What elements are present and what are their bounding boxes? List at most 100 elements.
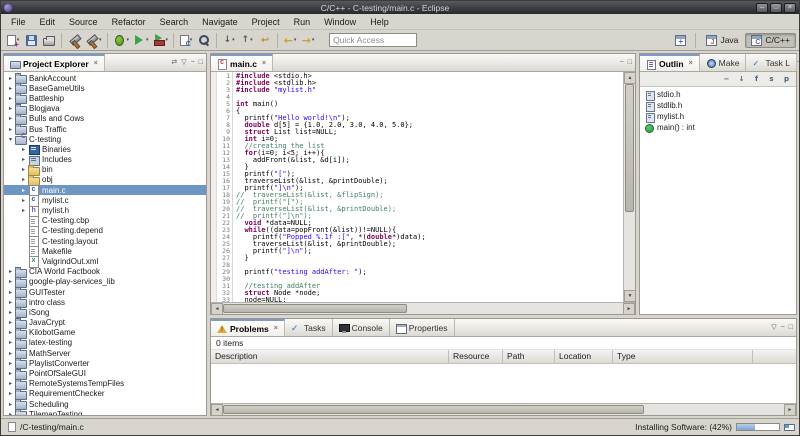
menu-edit[interactable]: Edit [33, 16, 63, 28]
tree-item[interactable]: ▸KilobotGame [4, 328, 206, 338]
perspective-c-c-button[interactable]: C/C++ [745, 33, 796, 48]
minimize-window-button[interactable]: – [756, 3, 768, 13]
menu-help[interactable]: Help [363, 16, 396, 28]
tab-console[interactable]: Console [333, 319, 390, 336]
hide-fields-icon[interactable]: f [750, 73, 763, 86]
tree-expand-arrow-icon[interactable]: ▸ [6, 329, 15, 336]
debug-button[interactable]: ▾ [111, 31, 132, 49]
scroll-left-icon[interactable]: ◄ [211, 303, 223, 315]
close-icon[interactable]: × [262, 60, 266, 67]
tree-item[interactable]: ▸google-play-services_lib [4, 277, 206, 287]
hide-non-public-members-icon[interactable]: p [780, 73, 793, 86]
view-menu-icon[interactable]: ▽ [181, 58, 186, 68]
column-header-resource[interactable]: Resource [449, 350, 503, 363]
build-all-button[interactable] [65, 31, 83, 49]
tree-item[interactable]: ▸Bulls and Cows [4, 114, 206, 124]
scroll-track[interactable] [223, 303, 623, 314]
tree-item[interactable]: ▸MathServer [4, 348, 206, 358]
tree-item[interactable]: ▸RemoteSystemsTempFiles [4, 379, 206, 389]
tree-item[interactable]: ▸BankAccount [4, 73, 206, 83]
close-icon[interactable]: × [274, 325, 278, 332]
collapse-all-icon[interactable]: − [720, 73, 733, 86]
tree-item[interactable]: ▾C-testing [4, 134, 206, 144]
close-window-button[interactable]: × [784, 3, 796, 13]
tree-item[interactable]: ▸GUITester [4, 287, 206, 297]
minimize-view-icon[interactable]: − [191, 58, 195, 68]
tree-expand-arrow-icon[interactable]: ▸ [6, 350, 15, 357]
tree-expand-arrow-icon[interactable]: ▸ [6, 370, 15, 377]
tree-expand-arrow-icon[interactable]: ▸ [19, 197, 28, 204]
tree-item[interactable]: ▸Battleship [4, 93, 206, 103]
tree-expand-arrow-icon[interactable]: ▸ [6, 299, 15, 306]
tree-item[interactable]: ▸mylist.h [4, 205, 206, 215]
forward-button[interactable]: ▾ [299, 31, 317, 49]
tree-expand-arrow-icon[interactable]: ▸ [6, 411, 15, 415]
tab-properties[interactable]: Properties [390, 319, 455, 336]
menu-refactor[interactable]: Refactor [105, 16, 153, 28]
scroll-left-icon[interactable]: ◄ [211, 404, 223, 416]
tree-expand-arrow-icon[interactable]: ▸ [6, 360, 15, 367]
new-button[interactable]: ▾ [4, 31, 22, 49]
menu-source[interactable]: Source [62, 16, 105, 28]
maximize-view-icon[interactable]: □ [199, 58, 203, 68]
external-tools-button[interactable]: ▾ [151, 31, 171, 49]
tree-expand-arrow-icon[interactable]: ▸ [6, 401, 15, 408]
maximize-view-icon[interactable]: □ [789, 323, 793, 333]
close-icon[interactable]: × [689, 60, 693, 67]
column-header-description[interactable]: Description [211, 350, 449, 363]
tree-expand-arrow-icon[interactable]: ▸ [6, 115, 15, 122]
problems-horizontal-scrollbar[interactable]: ◄ ► [211, 403, 796, 415]
scroll-up-icon[interactable]: ▲ [624, 72, 636, 84]
code-area[interactable]: #include <stdio.h>#include <stdlib.h>#in… [233, 72, 623, 302]
tree-item[interactable]: C-testing.depend [4, 226, 206, 236]
tree-expand-arrow-icon[interactable]: ▸ [6, 268, 15, 275]
scroll-thumb[interactable] [223, 304, 407, 313]
minimize-view-icon[interactable]: − [781, 323, 785, 333]
tree-expand-arrow-icon[interactable]: ▸ [19, 146, 28, 153]
scroll-track[interactable] [624, 84, 635, 290]
back-button[interactable]: ▾ [281, 31, 299, 49]
tree-item[interactable]: C-testing.layout [4, 236, 206, 246]
tree-item[interactable]: ▸bin [4, 165, 206, 175]
tree-expand-arrow-icon[interactable]: ▸ [6, 278, 15, 285]
tree-item[interactable]: ▸iSong [4, 307, 206, 317]
tab-task-l[interactable]: Task L [746, 54, 797, 71]
tree-item[interactable]: ▸Scheduling [4, 399, 206, 409]
tree-item[interactable]: ▸main.c [4, 185, 206, 195]
scroll-thumb[interactable] [625, 84, 634, 212]
link-with-editor-icon[interactable]: ⇄ [171, 58, 177, 68]
tree-item[interactable]: ValgrindOut.xml [4, 256, 206, 266]
column-header-path[interactable]: Path [503, 350, 555, 363]
tree-expand-arrow-icon[interactable]: ▸ [6, 85, 15, 92]
tree-item[interactable]: ▸JavaCrypt [4, 318, 206, 328]
menu-window[interactable]: Window [317, 16, 363, 28]
perspective-java-button[interactable]: Java [700, 33, 744, 48]
tree-expand-arrow-icon[interactable]: ▸ [6, 309, 15, 316]
tree-expand-arrow-icon[interactable]: ▸ [6, 339, 15, 346]
scroll-track[interactable] [223, 404, 784, 415]
last-edit-location-button[interactable] [256, 31, 274, 49]
tab-tasks[interactable]: Tasks [285, 319, 333, 336]
project-tree[interactable]: ▸BankAccount▸BaseGameUtils▸Battleship▸Bl… [4, 72, 206, 415]
print-button[interactable] [40, 31, 58, 49]
menu-run[interactable]: Run [287, 16, 318, 28]
menu-search[interactable]: Search [153, 16, 196, 28]
search-button[interactable] [195, 31, 213, 49]
problems-table-body[interactable] [211, 364, 796, 403]
maximize-window-button[interactable]: □ [770, 3, 782, 13]
previous-annotation-button[interactable]: ▾ [238, 31, 256, 49]
tree-item[interactable]: ▸RequirementChecker [4, 389, 206, 399]
tree-expand-arrow-icon[interactable]: ▸ [6, 380, 15, 387]
tree-item[interactable]: ▸intro class [4, 297, 206, 307]
tree-item[interactable]: ▸BaseGameUtils [4, 83, 206, 93]
close-icon[interactable]: × [94, 60, 98, 67]
tree-item[interactable]: ▸Includes [4, 155, 206, 165]
tree-item[interactable]: ▸Blogjava [4, 104, 206, 114]
tab-problems[interactable]: Problems× [211, 319, 285, 336]
tree-expand-arrow-icon[interactable]: ▸ [19, 207, 28, 214]
sort-icon[interactable]: ↓ [735, 73, 748, 86]
tree-item[interactable]: ▸PointOfSaleGUI [4, 368, 206, 378]
build-configuration-button[interactable]: ▾ [83, 31, 104, 49]
tree-expand-arrow-icon[interactable]: ▾ [6, 136, 15, 143]
hide-static-members-icon[interactable]: s [765, 73, 778, 86]
